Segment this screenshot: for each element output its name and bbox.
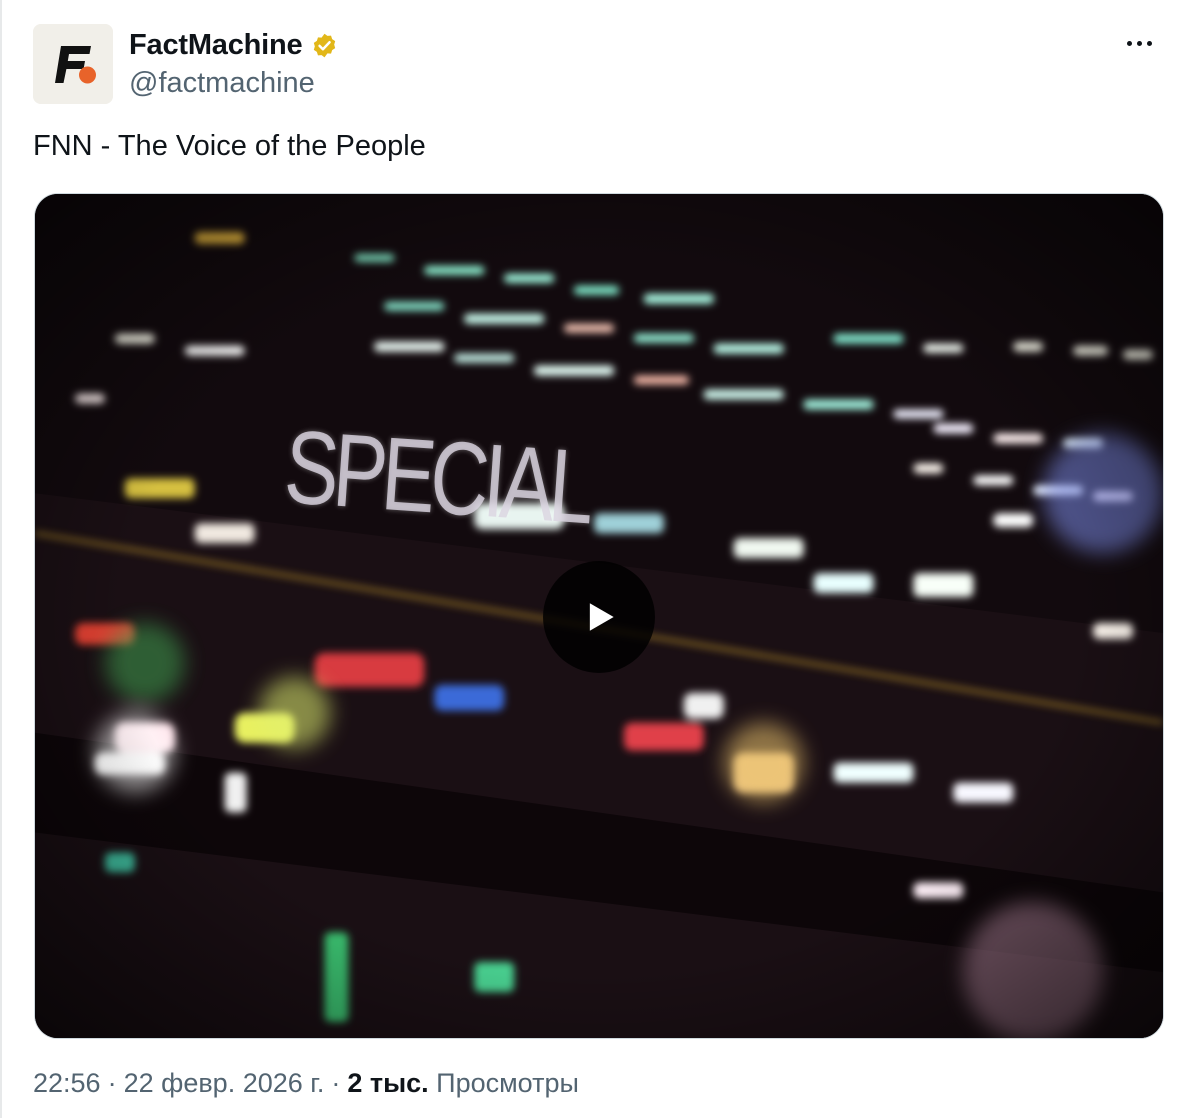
timeline-divider xyxy=(0,0,2,1118)
tweet-header: FactMachine @factmachine xyxy=(33,24,1163,106)
meta-separator: · xyxy=(331,1068,341,1098)
views-label[interactable]: Просмотры xyxy=(436,1068,579,1098)
verified-badge-icon[interactable] xyxy=(311,32,338,59)
name-row: FactMachine xyxy=(129,28,338,62)
meta-separator: · xyxy=(107,1068,117,1098)
more-horizontal-icon xyxy=(1126,40,1132,46)
play-icon xyxy=(589,603,614,631)
play-button[interactable] xyxy=(543,561,655,673)
views-count[interactable]: 2 тыс. xyxy=(347,1068,428,1098)
user-handle[interactable]: @factmachine xyxy=(129,67,338,100)
tweet-meta: 22:56 · 22 февр. 2026 г. · 2 тыс. Просмотры xyxy=(33,1068,579,1099)
tweet-text: FNN - The Voice of the People xyxy=(33,130,426,162)
more-options-button[interactable] xyxy=(1115,26,1163,60)
factmachine-logo-icon xyxy=(33,24,113,104)
tweet-time[interactable]: 22:56 xyxy=(33,1068,101,1098)
tweet-date[interactable]: 22 февр. 2026 г. xyxy=(124,1068,325,1098)
video-title-overlay: SPECIAL xyxy=(280,409,593,547)
display-name[interactable]: FactMachine xyxy=(129,29,303,62)
avatar[interactable] xyxy=(33,24,113,104)
author-info: FactMachine @factmachine xyxy=(129,28,338,100)
video-player[interactable]: SPECIAL xyxy=(34,193,1164,1039)
